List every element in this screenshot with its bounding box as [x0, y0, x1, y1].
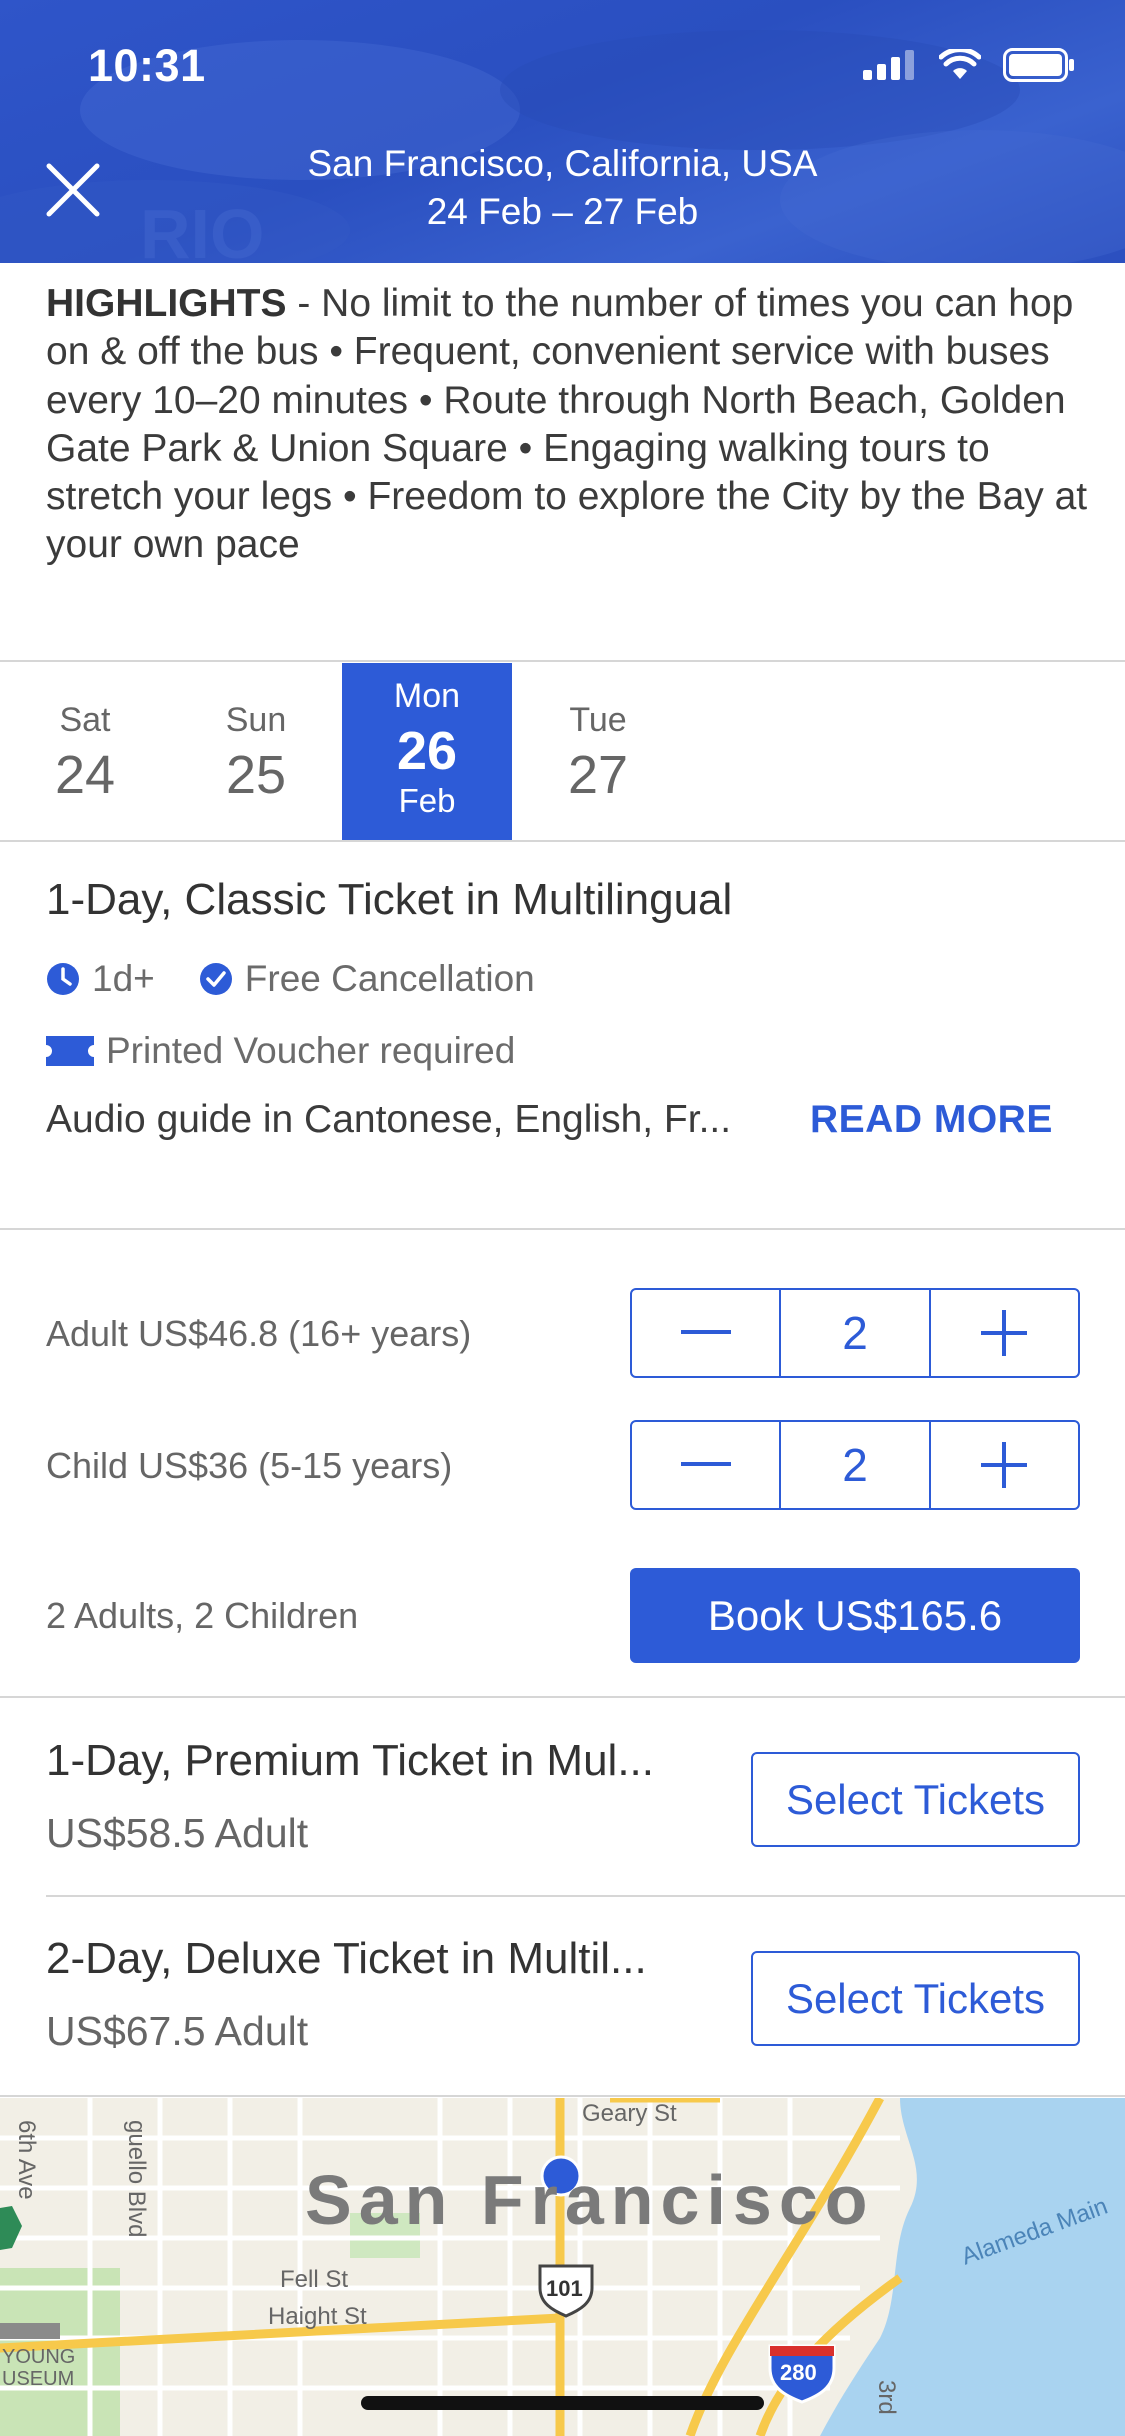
header-dates: 24 Feb – 27 Feb	[426, 191, 699, 232]
ticket-audio-guide: Audio guide in Cantonese, English, Fr...	[46, 1098, 732, 1141]
booking-summary: 2 Adults, 2 Children	[46, 1595, 359, 1636]
date-picker: Sat 24 Sun 25 Mon 26 Feb Tue 27	[0, 663, 1125, 840]
divider	[0, 660, 1125, 662]
child-quantity: 2	[842, 1439, 868, 1491]
premium-ticket-price: US$58.5 Adult	[46, 1810, 309, 1856]
ticket-voucher-row: Printed Voucher required	[46, 1030, 515, 1072]
check-circle-icon	[199, 962, 233, 996]
child-decrement-button[interactable]	[632, 1422, 779, 1508]
ticket-cancellation: Free Cancellation	[244, 958, 535, 999]
map-label-geary: Geary St	[582, 2100, 677, 2127]
child-quantity-stepper: 2	[630, 1420, 1080, 1510]
clock-icon	[46, 962, 80, 996]
date-day: 27	[567, 745, 629, 805]
header: RIO 10:31 San Francisco, California, USA…	[0, 0, 1125, 263]
divider	[0, 1696, 1125, 1698]
premium-select-tickets-button[interactable]: Select Tickets	[751, 1752, 1080, 1847]
adult-quantity-value: 2	[779, 1290, 928, 1376]
status-time: 10:31	[88, 40, 206, 91]
adult-quantity-stepper: 2	[630, 1288, 1080, 1378]
plus-icon	[981, 1442, 1028, 1488]
ticket-duration: 1d+	[92, 958, 155, 999]
map-label-young: YOUNG	[2, 2346, 76, 2368]
deluxe-select-tickets-button[interactable]: Select Tickets	[751, 1951, 1080, 2046]
adult-price-label: Adult US$46.8 (16+ years)	[46, 1313, 472, 1354]
child-quantity-value: 2	[779, 1422, 928, 1508]
ticket-voucher: Printed Voucher required	[106, 1030, 516, 1071]
divider	[0, 1228, 1125, 1230]
highlights-label: HIGHLIGHTS	[46, 282, 287, 325]
location-map[interactable]: Geary St 6th Ave guello Blvd Fell St Hai…	[0, 2098, 1125, 2436]
date-day: 26	[396, 721, 458, 781]
date-mon-26-selected[interactable]: Mon 26 Feb	[342, 663, 512, 840]
map-label-arguello: guello Blvd	[123, 2120, 150, 2238]
adult-increment-button[interactable]	[928, 1290, 1078, 1376]
date-dow: Sat	[59, 701, 111, 739]
child-price-label: Child US$36 (5-15 years)	[46, 1445, 453, 1486]
date-dow: Sun	[225, 701, 287, 739]
map-label-museum: USEUM	[2, 2368, 75, 2390]
ticket-meta-row: 1d+ Free Cancellation	[46, 958, 535, 1000]
map-label-280: 280	[780, 2360, 817, 2385]
highlights-text: HIGHLIGHTS - No limit to the number of t…	[46, 280, 1091, 570]
date-dow: Mon	[393, 677, 461, 715]
book-button[interactable]: Book US$165.6	[630, 1568, 1080, 1663]
map-city-label: San Francisco	[305, 2161, 875, 2239]
date-sat-24[interactable]: Sat 24	[0, 663, 170, 840]
date-sun-25[interactable]: Sun 25	[171, 663, 341, 840]
date-day: 25	[225, 745, 287, 805]
child-increment-button[interactable]	[928, 1422, 1078, 1508]
plus-icon	[981, 1310, 1028, 1356]
map-graphic	[0, 2098, 1125, 2436]
header-location: San Francisco, California, USA	[307, 143, 818, 184]
divider	[46, 1895, 1125, 1897]
home-indicator[interactable]	[361, 2396, 764, 2410]
wifi-icon	[939, 49, 981, 79]
deluxe-ticket-title: 2-Day, Deluxe Ticket in Multil...	[46, 1934, 647, 1983]
read-more-link[interactable]: READ MORE	[810, 1098, 1053, 1142]
signal-icon	[863, 50, 914, 80]
deluxe-ticket-price: US$67.5 Adult	[46, 2008, 309, 2054]
map-label-fell: Fell St	[280, 2266, 349, 2293]
divider	[0, 840, 1125, 842]
date-tue-27[interactable]: Tue 27	[513, 663, 683, 840]
map-label-sixth-ave: 6th Ave	[13, 2120, 40, 2200]
premium-ticket-title: 1-Day, Premium Ticket in Mul...	[46, 1736, 654, 1785]
map-label-101: 101	[546, 2276, 583, 2301]
map-label-haight: Haight St	[268, 2303, 367, 2330]
date-month: Feb	[398, 782, 456, 819]
minus-icon	[680, 1462, 731, 1466]
battery-icon	[1003, 48, 1074, 82]
status-icons	[863, 48, 1075, 82]
adult-decrement-button[interactable]	[632, 1290, 779, 1376]
date-day: 24	[54, 745, 116, 805]
minus-icon	[680, 1330, 731, 1334]
ticket-icon	[46, 1036, 94, 1066]
divider	[0, 2095, 1125, 2097]
date-dow: Tue	[569, 701, 627, 739]
adult-quantity: 2	[842, 1307, 868, 1359]
ticket-title: 1-Day, Classic Ticket in Multilingual	[46, 875, 733, 924]
map-label-third: 3rd	[873, 2380, 900, 2415]
